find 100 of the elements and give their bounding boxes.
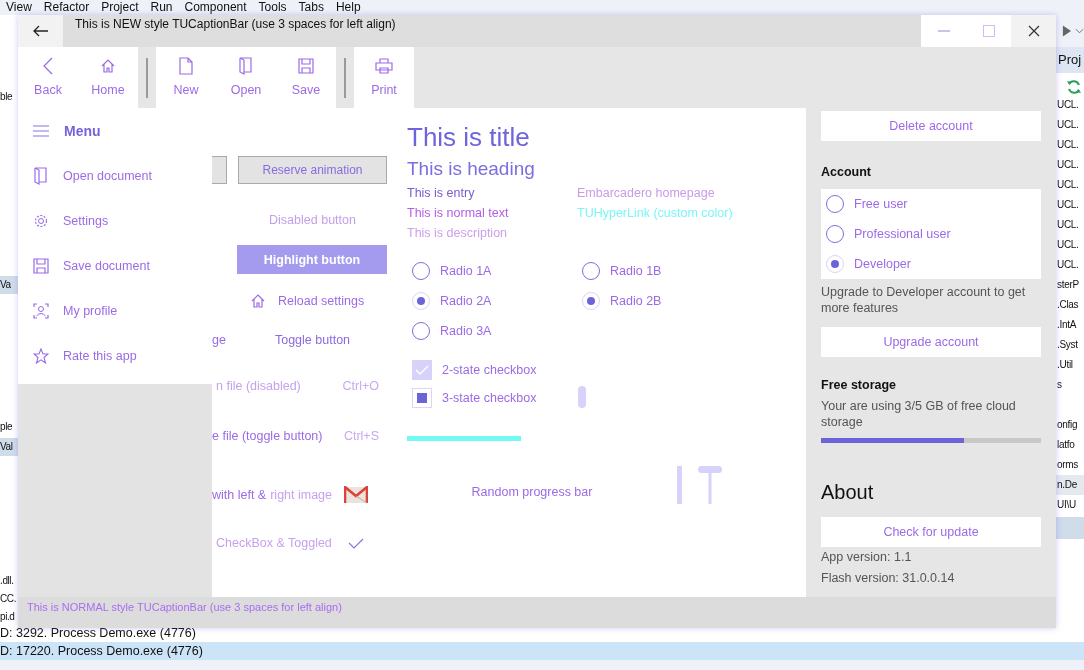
toolbar-button[interactable]: Home (78, 47, 138, 108)
toggle-button[interactable]: Toggle button (238, 326, 387, 354)
tree-item[interactable]: .IntA (1056, 315, 1084, 335)
shortcut-label: Ctrl+O (342, 379, 379, 393)
menu-item[interactable]: My profile (18, 288, 212, 333)
maximize-button[interactable] (966, 15, 1011, 47)
menu-item-label[interactable]: e file (toggle button) (212, 429, 323, 443)
radio-option[interactable]: Radio 1A (412, 256, 582, 286)
tree-item[interactable]: UCL. (1056, 195, 1084, 215)
radio-button[interactable] (826, 225, 844, 243)
menu-item[interactable]: Open document (18, 153, 212, 198)
list-row[interactable]: Val (0, 438, 18, 456)
tree-item[interactable]: UCL. (1056, 255, 1084, 275)
slider-drawing[interactable] (698, 466, 722, 504)
refresh-icon[interactable] (1066, 79, 1082, 95)
checkbox-option[interactable]: 2-state checkbox (412, 356, 578, 384)
menu-icon[interactable] (33, 124, 49, 137)
radio-button[interactable] (826, 195, 844, 213)
check-update-button[interactable]: Check for update (821, 517, 1041, 547)
radio-option[interactable]: Developer (826, 249, 1041, 279)
tree-item[interactable]: orms (1056, 455, 1084, 475)
tree-item[interactable]: onfig (1056, 415, 1084, 435)
checkbox-option[interactable]: 3-state checkbox (412, 384, 578, 412)
random-progress-button[interactable]: Random progress bar (407, 466, 657, 504)
tree-item[interactable]: s (1056, 375, 1084, 395)
radio-option[interactable]: Radio 3A (412, 316, 582, 346)
toolbar-button[interactable]: Back (18, 47, 78, 108)
list-row[interactable]: D: 17220. Process Demo.exe (4776) (0, 642, 1084, 660)
close-icon (1027, 25, 1040, 37)
highlight-button[interactable]: Highlight button (237, 245, 387, 274)
reserve-animation-button[interactable]: Reserve animation (238, 156, 387, 184)
radio-option[interactable]: Professional user (826, 219, 1041, 249)
tree-item[interactable]: UCL. (1056, 115, 1084, 135)
menu-item[interactable]: Rate this app (18, 333, 212, 378)
tree-item[interactable]: UCL. (1056, 215, 1084, 235)
radio-option[interactable]: Radio 2B (582, 286, 752, 316)
reload-settings-button[interactable]: Reload settings (250, 293, 365, 309)
tree-item[interactable]: UCL. (1056, 135, 1084, 155)
menu-item[interactable]: View (0, 0, 38, 15)
menu-item[interactable]: Save document (18, 243, 212, 288)
back-button[interactable] (18, 15, 63, 47)
chevron-down-icon[interactable] (1075, 28, 1084, 34)
menu-item[interactable]: Tools (252, 0, 293, 15)
tree-item[interactable]: .Clas (1056, 295, 1084, 315)
radio-button[interactable] (412, 262, 430, 280)
button-label[interactable]: ge (212, 333, 226, 347)
home-icon (100, 58, 116, 74)
tree-item[interactable]: UCL. (1056, 235, 1084, 255)
minimize-icon (937, 30, 950, 32)
caption-text: This is NORMAL style TUCaptionBar (use 3 spaces for left align) (27, 601, 342, 613)
menu-item[interactable]: Tabs (292, 0, 330, 15)
sample-text: This is entry (407, 185, 476, 202)
menu-item[interactable]: Refactor (37, 0, 96, 15)
play-icon[interactable] (1062, 25, 1071, 37)
menu-item-label[interactable]: right image (270, 488, 333, 502)
toolbar-button[interactable]: New (156, 47, 216, 108)
menu-item[interactable]: Project (95, 0, 145, 15)
toolbar-button[interactable]: Save (276, 47, 336, 108)
radio-button[interactable] (582, 262, 600, 280)
profile-icon (33, 302, 49, 319)
slider-track[interactable] (677, 466, 682, 504)
slider-thumb[interactable] (578, 386, 586, 408)
tree-item[interactable]: sterP (1056, 275, 1084, 295)
printer-icon (375, 58, 393, 74)
menu-item[interactable]: Settings (18, 198, 212, 243)
radio-option[interactable]: Free user (826, 189, 1041, 219)
tree-item[interactable]: .Util (1056, 355, 1084, 375)
checkbox[interactable] (412, 388, 432, 408)
tree-item[interactable]: n.De (1056, 475, 1084, 495)
button[interactable] (212, 156, 227, 184)
toolbar-button[interactable]: Print (354, 47, 414, 108)
radio-option[interactable]: Radio 1B (582, 256, 752, 286)
heading: This is heading (407, 157, 536, 181)
section-heading: Free storage (821, 378, 898, 394)
arrow-left-icon (32, 25, 49, 37)
version-text: Flash version: 31.0.0.14 (821, 570, 956, 587)
list-row[interactable]: D: 3292. Process Demo.exe (4776) (0, 624, 1084, 642)
close-button[interactable] (1011, 15, 1056, 47)
upgrade-account-button[interactable]: Upgrade account (821, 327, 1041, 357)
checkbox[interactable] (412, 360, 432, 380)
radio-button[interactable] (412, 322, 430, 340)
delete-account-button[interactable]: Delete account (821, 111, 1041, 141)
chevron-left-icon (43, 57, 53, 75)
tree-item[interactable]: UCL. (1056, 95, 1084, 115)
menu-item[interactable]: Help (329, 0, 367, 15)
tree-item[interactable]: latfo (1056, 435, 1084, 455)
tree-item[interactable]: .Syst (1056, 335, 1084, 355)
menu-item[interactable]: Component (178, 0, 253, 15)
radio-option[interactable]: Radio 2A (412, 286, 582, 316)
note-text: Upgrade to Developer account to get more features (821, 284, 1027, 316)
menu-item-label[interactable]: with left & (212, 488, 267, 502)
storage-text: Your are using 3/5 GB of free cloud storage (821, 398, 1017, 430)
list-row[interactable]: Va (0, 276, 18, 294)
tree-item[interactable]: UCL. (1056, 175, 1084, 195)
section-title: About (821, 481, 875, 505)
hyperlink[interactable]: Embarcadero homepage (577, 183, 747, 203)
menu-item[interactable]: Run (144, 0, 179, 15)
tree-item[interactable]: UI\U (1056, 495, 1084, 515)
toolbar-button[interactable]: Open (216, 47, 276, 108)
tree-item[interactable]: UCL. (1056, 155, 1084, 175)
